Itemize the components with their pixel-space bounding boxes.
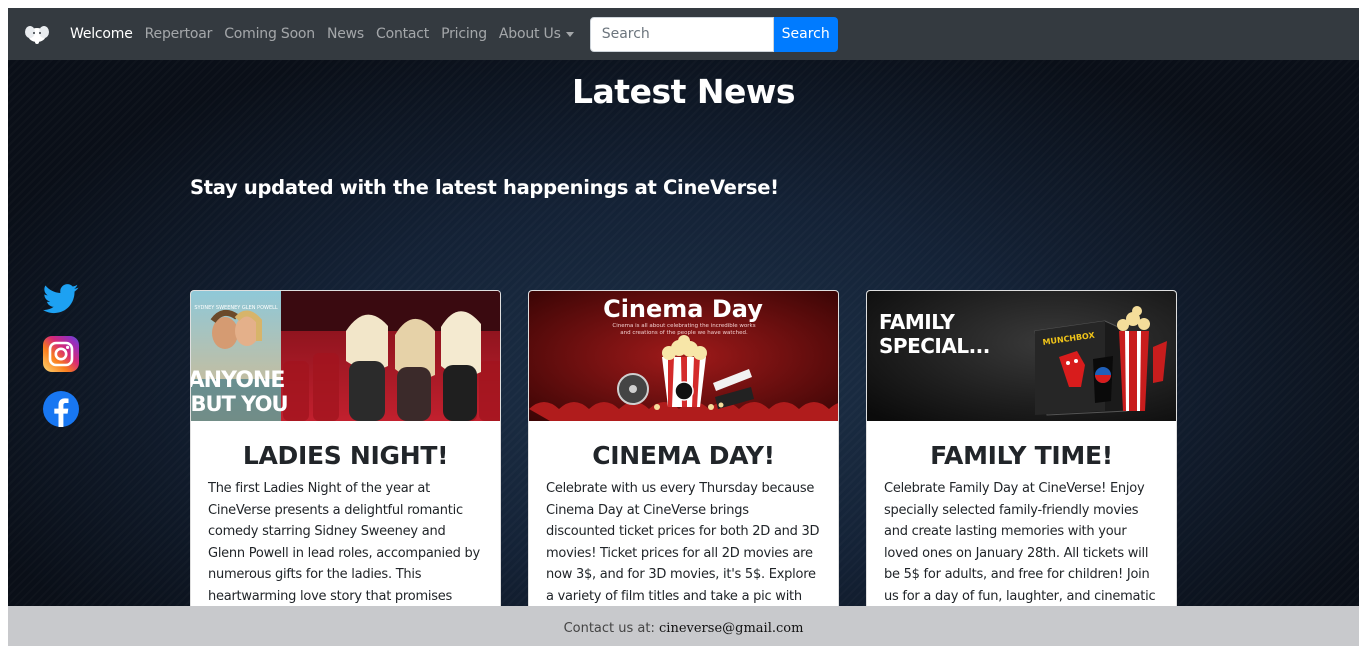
- page-subtitle: Stay updated with the latest happenings …: [190, 176, 779, 199]
- news-card-ladies-night: SYDNEY SWEENEY GLEN POWELL ANYONE BUT YO…: [190, 290, 501, 646]
- news-hero: Latest News Stay updated with the latest…: [8, 60, 1359, 646]
- footer-contact-label: Contact us at:: [563, 621, 655, 636]
- browser-viewport: Welcome Repertoar Coming Soon News Conta…: [8, 8, 1359, 646]
- poster-title-line1: ANYONE: [191, 368, 284, 393]
- elephant-logo-icon: [25, 26, 49, 44]
- nav-contact[interactable]: Contact: [376, 26, 429, 42]
- twitter-icon: [43, 284, 79, 314]
- navbar: Welcome Repertoar Coming Soon News Conta…: [8, 8, 1359, 60]
- search-input[interactable]: [589, 16, 774, 52]
- card-title: LADIES NIGHT!: [242, 441, 449, 470]
- instagram-icon: [43, 336, 79, 372]
- page-title: Latest News: [572, 72, 796, 111]
- news-card-cinema-day: Cinema Day Cinema is all about celebrati…: [528, 290, 839, 646]
- nav-repertoar[interactable]: Repertoar: [145, 26, 213, 42]
- ladies-night-image: SYDNEY SWEENEY GLEN POWELL ANYONE BUT YO…: [191, 291, 500, 421]
- nav-coming-soon[interactable]: Coming Soon: [224, 26, 315, 42]
- cinema-day-image: Cinema Day Cinema is all about celebrati…: [529, 291, 838, 421]
- card-title: FAMILY TIME!: [930, 441, 1113, 470]
- search-form: Search: [589, 16, 838, 52]
- brand-logo[interactable]: [22, 19, 52, 49]
- poster-title-line2: BUT YOU: [191, 392, 288, 416]
- nav-news[interactable]: News: [327, 26, 364, 42]
- nav-about-us-label: About Us: [498, 26, 561, 42]
- nav-pricing[interactable]: Pricing: [441, 26, 487, 42]
- family-line1: FAMILY: [879, 310, 955, 334]
- news-card-family-time: FAMILY SPECIAL... MUNCHBOX FAMILY TIME! …: [866, 290, 1177, 646]
- cinema-day-caption: Cinema is all about celebrating the incr…: [612, 323, 756, 336]
- caret-down-icon: [565, 31, 574, 37]
- facebook-icon: [43, 391, 79, 427]
- facebook-link[interactable]: [42, 390, 80, 428]
- nav-about-us-dropdown[interactable]: About Us: [499, 26, 574, 42]
- cinema-day-heading: Cinema Day: [603, 295, 763, 323]
- poster-names: SYDNEY SWEENEY GLEN POWELL: [194, 305, 278, 311]
- footer: Contact us at: cineverse@gmail.com: [8, 606, 1359, 646]
- instagram-link[interactable]: [42, 335, 80, 373]
- card-title: CINEMA DAY!: [592, 441, 775, 470]
- footer-email[interactable]: cineverse@gmail.com: [659, 621, 803, 636]
- twitter-link[interactable]: [42, 280, 80, 318]
- family-line2: SPECIAL...: [879, 334, 990, 358]
- nav-welcome[interactable]: Welcome: [70, 26, 133, 42]
- search-button[interactable]: Search: [773, 16, 838, 52]
- family-time-image: FAMILY SPECIAL... MUNCHBOX: [867, 291, 1176, 421]
